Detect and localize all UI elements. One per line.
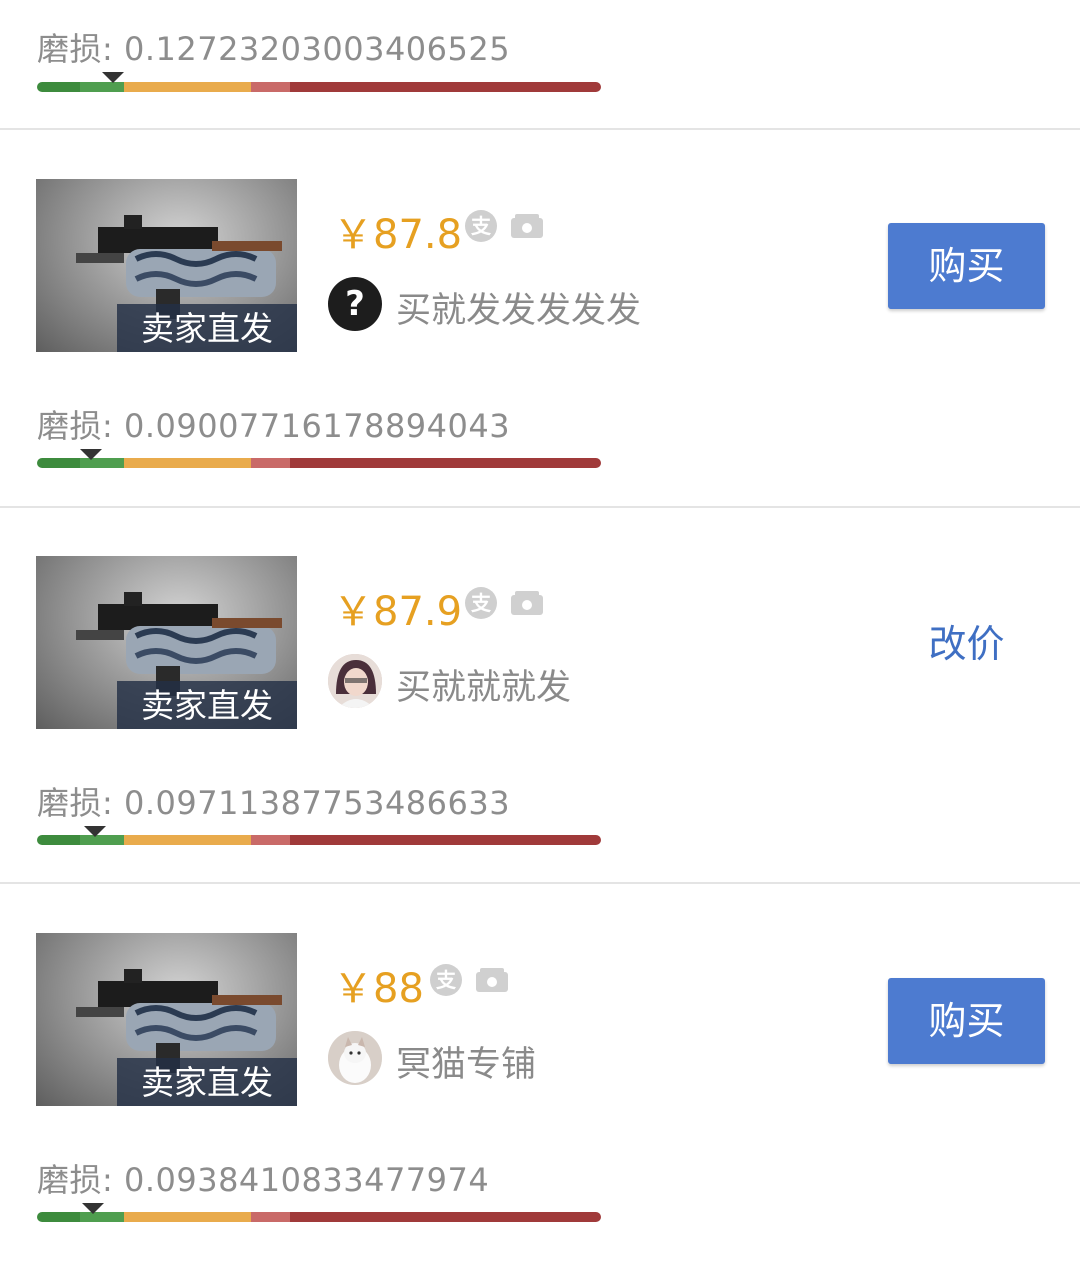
wear-label: 磨损: 0.09711387753486633 — [37, 784, 511, 822]
seller-name: 冥猫专铺 — [396, 1045, 537, 1085]
avatar-cat-icon — [328, 1031, 382, 1085]
seller-name: 买就发发发发发 — [396, 291, 642, 331]
wear-marker — [102, 72, 124, 83]
wear-bar — [37, 82, 601, 92]
avatar — [328, 654, 382, 708]
edit-price-link[interactable]: 改价 — [888, 601, 1045, 687]
wear-bar — [37, 835, 601, 845]
buy-button[interactable]: 购买 — [888, 978, 1045, 1064]
wear-bar — [37, 1212, 601, 1222]
wear-label: 磨损: 0.09007716178894043 — [37, 407, 511, 445]
alipay-icon: 支 — [465, 210, 497, 242]
wear-label: 磨损: 0.0938410833477974 — [37, 1161, 490, 1199]
buy-button[interactable]: 购买 — [888, 223, 1045, 309]
wear-marker — [80, 449, 102, 460]
price: ￥87.9 — [333, 589, 463, 635]
question-icon: ? — [328, 277, 382, 331]
avatar-girl-icon — [328, 654, 382, 708]
item-thumbnail[interactable]: 卖家直发 — [36, 179, 297, 352]
item-thumbnail[interactable]: 卖家直发 — [36, 933, 297, 1106]
seller-direct-badge: 卖家直发 — [117, 681, 297, 729]
ticket-icon — [511, 214, 543, 238]
seller-name: 买就就就发 — [396, 668, 572, 708]
ticket-icon — [511, 591, 543, 615]
alipay-icon: 支 — [465, 587, 497, 619]
avatar — [328, 1031, 382, 1085]
item-thumbnail[interactable]: 卖家直发 — [36, 556, 297, 729]
seller-direct-badge: 卖家直发 — [117, 304, 297, 352]
wear-marker — [82, 1203, 104, 1214]
wear-bar — [37, 458, 601, 468]
seller-direct-badge: 卖家直发 — [117, 1058, 297, 1106]
wear-label: 磨损: 0.12723203003406525 — [37, 30, 511, 68]
divider — [0, 128, 1080, 130]
divider — [0, 882, 1080, 884]
price: ￥87.8 — [333, 212, 463, 258]
divider — [0, 506, 1080, 508]
alipay-icon: 支 — [430, 964, 462, 996]
price: ￥88 — [333, 966, 424, 1012]
ticket-icon — [476, 968, 508, 992]
wear-marker — [84, 826, 106, 837]
